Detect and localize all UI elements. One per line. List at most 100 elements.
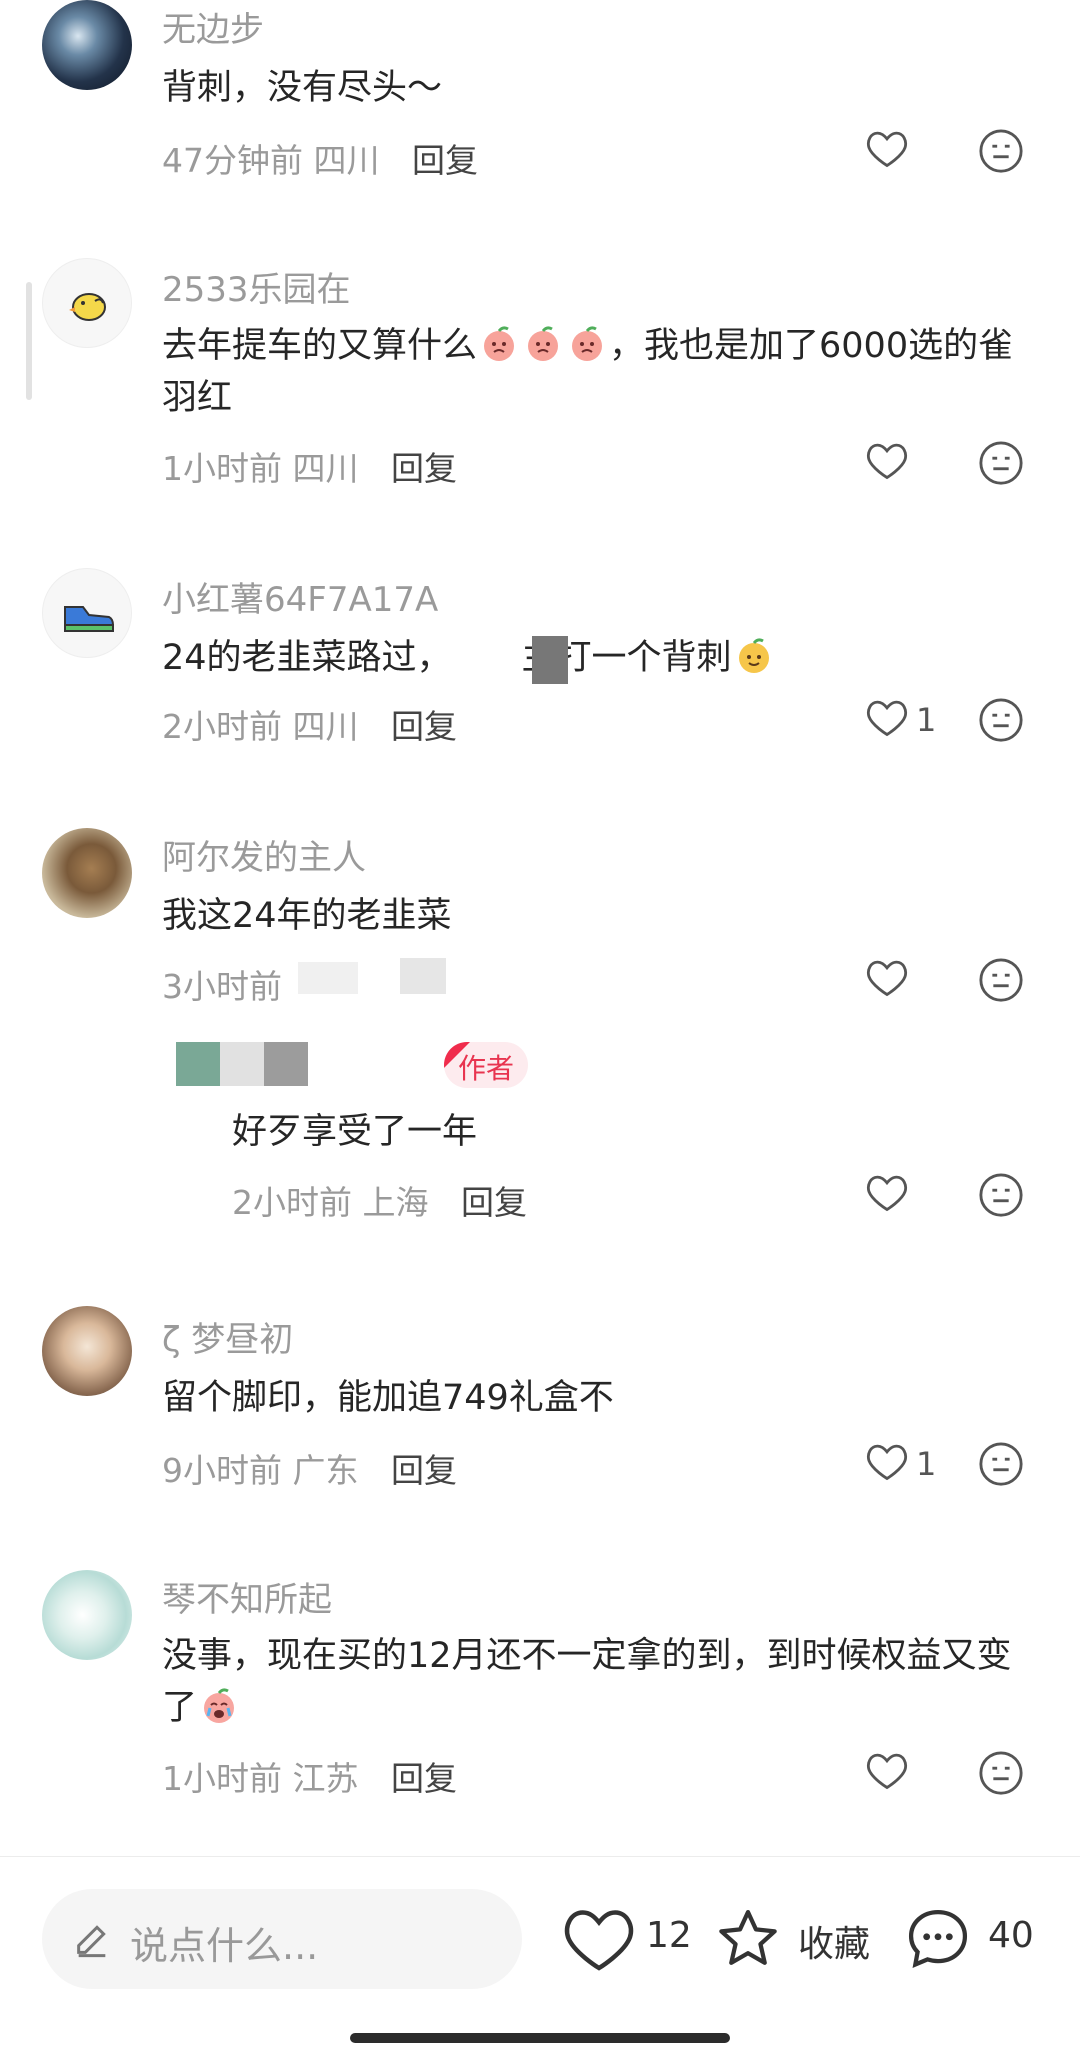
reply-button[interactable]: 回复 [391, 1451, 457, 1490]
redacted-block [532, 636, 568, 684]
comment-text-part: 24的老韭菜路过， [162, 638, 452, 678]
star-icon [719, 1909, 777, 1965]
like-button[interactable] [866, 440, 956, 490]
bottom-action-bar: 说点什么... 12 收藏 40 [0, 1856, 1080, 2060]
comment-meta: 3小时前 [162, 960, 282, 1008]
reply-button[interactable]: 回复 [412, 141, 478, 180]
author-badge: 作者 [444, 1042, 528, 1088]
collect-label: 收藏 [798, 1924, 871, 1965]
comment-input-placeholder: 说点什么... [130, 1924, 319, 1968]
comment-username[interactable]: 小红薯64F7A17A [162, 572, 438, 621]
avatar[interactable] [42, 1570, 132, 1660]
comment-username[interactable]: 2533乐园在 [162, 262, 351, 311]
comment-text-part: 没事，现在买的12月还不一定拿的到，到时候权益又变了 [162, 1636, 1012, 1728]
avatar[interactable] [42, 0, 132, 90]
comment-location: 四川 [313, 141, 380, 180]
reply-button[interactable]: 回复 [391, 1759, 457, 1798]
comment-time: 3小时前 [162, 967, 282, 1006]
chick-avatar-icon [69, 293, 106, 321]
reply-button[interactable]: 回复 [391, 707, 457, 746]
comment-text: 去年提车的又算什么 ，我也是加了6000选的雀羽红 [162, 320, 1032, 424]
sneaker-avatar-icon [64, 606, 115, 632]
comment-time: 2小时前 [162, 707, 282, 746]
crying-emoji-icon [204, 1688, 235, 1723]
comment-location: 上海 [362, 1183, 429, 1222]
sub-reply-text: 好歹享受了一年 [232, 1112, 478, 1152]
reply-button[interactable]: 回复 [461, 1183, 527, 1222]
comment-username[interactable]: ζ 梦昼初 [162, 1312, 293, 1361]
comment-meta: 1小时前 江苏 回复 [162, 1752, 457, 1800]
redacted-block [400, 958, 446, 994]
comment-input[interactable]: 说点什么... [42, 1889, 522, 1989]
comment-meta: 2小时前 四川 回复 [162, 700, 457, 748]
heart-icon [867, 1444, 907, 1481]
like-count: 1 [916, 1445, 937, 1483]
dislike-face-icon[interactable] [978, 697, 1024, 743]
redacted-avatar-block [264, 1042, 308, 1086]
avatar[interactable] [42, 828, 132, 918]
pencil-icon [77, 1925, 106, 1958]
heart-icon [867, 131, 907, 168]
comment-text-part: 去年提车的又算什么 [162, 326, 478, 366]
like-count: 12 [646, 1915, 692, 1956]
reply-button[interactable]: 回复 [391, 449, 457, 488]
dislike-face-icon[interactable] [978, 1441, 1024, 1487]
collect-button[interactable]: 收藏 [712, 1905, 882, 1975]
redacted-avatar-block [176, 1042, 220, 1086]
comment-username[interactable]: 无边步 [162, 2, 264, 51]
comment-username[interactable]: 琴不知所起 [162, 1572, 332, 1621]
heart-icon [867, 960, 907, 997]
peach-emoji-icon [484, 326, 515, 361]
comment-text: 24的老韭菜路过， 主打一个背刺 [162, 632, 1032, 684]
peach-emoji-icon [528, 326, 559, 361]
heart-icon [564, 1910, 634, 1971]
like-button[interactable] [866, 1172, 956, 1222]
comment-location: 四川 [292, 707, 359, 746]
chat-bubble-icon [908, 1909, 968, 1968]
comment-time: 2小时前 [232, 1183, 352, 1222]
like-button[interactable] [866, 128, 956, 178]
comment-meta: 9小时前 广东 回复 [162, 1444, 457, 1492]
avatar[interactable] [42, 258, 132, 348]
comment-location: 江苏 [292, 1759, 359, 1798]
dislike-face-icon[interactable] [978, 128, 1024, 174]
comment-location: 四川 [292, 449, 359, 488]
mango-emoji-icon [738, 638, 769, 673]
comment-text: 留个脚印，能加追749礼盒不 [162, 1378, 614, 1418]
dislike-face-icon[interactable] [978, 440, 1024, 486]
heart-icon [867, 1175, 907, 1212]
scroll-indicator[interactable] [26, 282, 32, 400]
like-button[interactable]: 1 [866, 1441, 956, 1491]
comment-text: 没事，现在买的12月还不一定拿的到，到时候权益又变了 [162, 1630, 1032, 1734]
comment-time: 1小时前 [162, 449, 282, 488]
comment-count: 40 [988, 1915, 1034, 1956]
redacted-avatar-block [220, 1042, 264, 1086]
avatar[interactable] [42, 1306, 132, 1396]
peach-emoji-icon [572, 326, 603, 361]
comment-text: 我这24年的老韭菜 [162, 896, 452, 936]
comments-button[interactable]: 40 [902, 1905, 1042, 1975]
like-button[interactable] [866, 957, 956, 1007]
redacted-block [298, 962, 358, 994]
home-indicator[interactable] [350, 2033, 730, 2043]
comment-time: 47分钟前 [162, 141, 303, 180]
comment-location: 广东 [292, 1451, 359, 1490]
author-badge-label: 作者 [458, 1052, 515, 1085]
like-post-button[interactable]: 12 [562, 1905, 692, 1975]
dislike-face-icon[interactable] [978, 1750, 1024, 1796]
dislike-face-icon[interactable] [978, 1172, 1024, 1218]
comment-meta: 1小时前 四川 回复 [162, 442, 457, 490]
comment-text: 背刺，没有尽头～ [162, 68, 443, 108]
like-count: 1 [916, 701, 937, 739]
like-button[interactable] [866, 1750, 956, 1800]
comment-username[interactable]: 阿尔发的主人 [162, 830, 366, 879]
comment-time: 9小时前 [162, 1451, 282, 1490]
like-button[interactable]: 1 [866, 697, 956, 747]
avatar[interactable] [42, 568, 132, 658]
dislike-face-icon[interactable] [978, 957, 1024, 1003]
comment-time: 1小时前 [162, 1759, 282, 1798]
heart-icon [867, 700, 907, 737]
heart-icon [867, 443, 907, 480]
comment-meta: 47分钟前 四川 回复 [162, 134, 478, 182]
heart-icon [867, 1753, 907, 1790]
